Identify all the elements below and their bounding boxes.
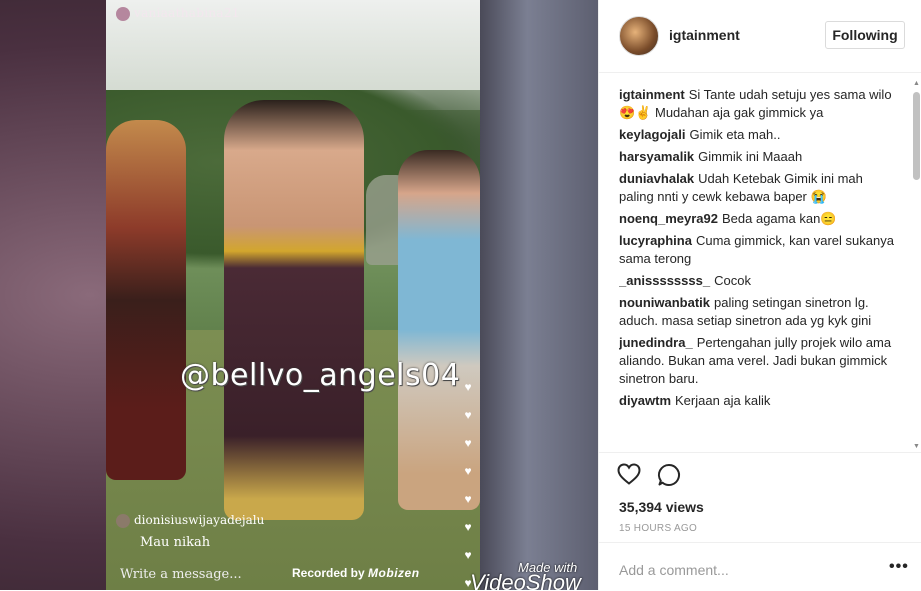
heart-icon: ♥ <box>464 548 472 562</box>
add-comment-input[interactable]: Add a comment... <box>619 562 729 578</box>
following-button[interactable]: Following <box>825 21 905 49</box>
list-item: junedindra_ Pertengahan jully projek wilo… <box>619 334 899 388</box>
video-frame[interactable]: vaniaathabina21 @bellvo_angels04 ♥ ♥ ♥ ♥… <box>106 0 480 590</box>
post-sidebar: igtainment Following igtainment Si Tante … <box>598 0 921 590</box>
list-item: diyawtm Kerjaan aja kalik <box>619 392 899 410</box>
heart-icon: ♥ <box>464 492 472 506</box>
story-username: vaniaathabina21 <box>116 6 240 21</box>
heart-icon: ♥ <box>464 520 472 534</box>
video-comment-user: dionisiuswijayadejalu <box>116 513 264 528</box>
comment-bubble-icon[interactable] <box>657 463 683 487</box>
blurred-background-right <box>480 0 598 590</box>
comment-username[interactable]: _anissssssss_ <box>619 273 710 288</box>
like-heart-icon[interactable] <box>617 463 643 487</box>
list-item: _anissssssss_ Cocok <box>619 272 899 290</box>
comment-username[interactable]: noenq_meyra92 <box>619 211 718 226</box>
video-write-message: Write a message... <box>120 567 242 582</box>
post-media[interactable]: vaniaathabina21 @bellvo_angels04 ♥ ♥ ♥ ♥… <box>0 0 598 590</box>
scroll-up-icon[interactable]: ▲ <box>913 80 920 87</box>
video-person-center <box>224 100 364 520</box>
scroll-down-icon[interactable]: ▼ <box>913 443 920 450</box>
comment-username[interactable]: lucyraphina <box>619 233 692 248</box>
comments-scrollbar[interactable]: ▲ ▼ <box>913 80 920 450</box>
heart-icon: ♥ <box>464 380 472 394</box>
comment-text: Gimik eta mah.. <box>689 127 781 142</box>
view-count[interactable]: 35,394 views <box>619 499 704 515</box>
list-item: harsyamalik Gimmik ini Maaah <box>619 148 899 166</box>
watermark-text: @bellvo_angels04 <box>180 358 461 393</box>
post-actions: 35,394 views 15 HOURS AGO <box>599 452 921 543</box>
video-comment-user-text: dionisiuswijayadejalu <box>134 513 265 527</box>
recorded-by-label: Recorded by Mobizen <box>292 566 420 580</box>
comment-username[interactable]: keylagojali <box>619 127 685 142</box>
comment-text: Gimmik ini Maaah <box>698 149 803 164</box>
floating-hearts: ♥ ♥ ♥ ♥ ♥ ♥ ♥ ♥ <box>458 380 478 590</box>
comment-text: Cocok <box>714 273 751 288</box>
heart-icon: ♥ <box>464 436 472 450</box>
recorded-prefix: Recorded by <box>292 566 365 580</box>
comment-username[interactable]: duniavhalak <box>619 171 694 186</box>
video-comment-avatar <box>116 513 130 528</box>
comment-list[interactable]: igtainment Si Tante udah setuju yes sama … <box>619 86 899 452</box>
video-person-left <box>106 120 186 480</box>
scrollbar-thumb[interactable] <box>913 92 920 180</box>
videoshow-logo: VideoShow <box>470 570 581 590</box>
video-comment-text: Mau nikah <box>140 535 211 550</box>
list-item: igtainment Si Tante udah setuju yes sama … <box>619 86 899 122</box>
list-item: noenq_meyra92 Beda agama kan😑 <box>619 210 899 228</box>
list-item: lucyraphina Cuma gimmick, kan varel sukan… <box>619 232 899 268</box>
list-item: keylagojali Gimik eta mah.. <box>619 126 899 144</box>
heart-icon: ♥ <box>464 408 472 422</box>
comment-username[interactable]: junedindra_ <box>619 335 693 350</box>
comment-username[interactable]: nouniwanbatik <box>619 295 710 310</box>
comment-text: Beda agama kan😑 <box>722 211 837 226</box>
list-item: nouniwanbatik paling setingan sinetron lg… <box>619 294 899 330</box>
list-item: duniavhalak Udah Ketebak Gimik ini mah pa… <box>619 170 899 206</box>
comment-username[interactable]: diyawtm <box>619 393 671 408</box>
story-avatar <box>116 6 130 21</box>
add-comment-bar: Add a comment... ••• <box>599 542 921 591</box>
comment-username[interactable]: harsyamalik <box>619 149 694 164</box>
avatar[interactable] <box>619 16 659 56</box>
heart-icon: ♥ <box>464 464 472 478</box>
story-username-text: vaniaathabina21 <box>134 6 240 20</box>
post-username[interactable]: igtainment <box>669 27 740 43</box>
comment-text: Kerjaan aja kalik <box>675 393 771 408</box>
post-timestamp[interactable]: 15 HOURS AGO <box>619 523 697 534</box>
recorded-brand: Mobizen <box>368 566 420 580</box>
post-header: igtainment Following <box>599 0 921 73</box>
comment-username[interactable]: igtainment <box>619 87 685 102</box>
more-options-icon[interactable]: ••• <box>889 558 909 576</box>
